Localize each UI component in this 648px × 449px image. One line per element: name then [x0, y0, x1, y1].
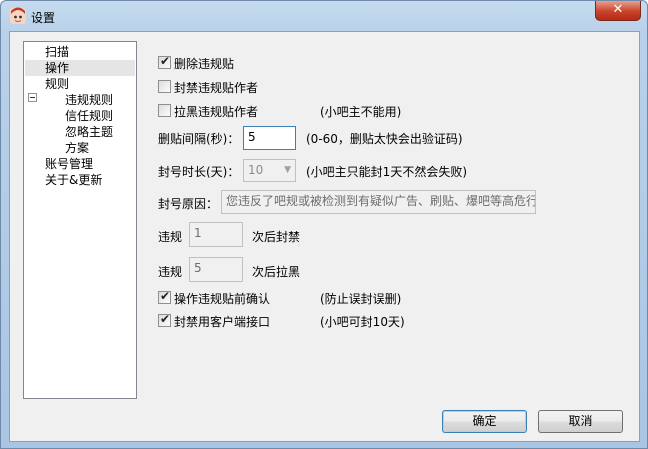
ban-duration-label: 封号时长(天)：: [158, 165, 240, 179]
tree-item-trust-rules[interactable]: 信任规则: [65, 108, 113, 124]
settings-window: 设置 ✕ 扫描 操作 规则 违规规则 信任规则 忽略主题 方案 账号管理 关于&…: [0, 0, 648, 449]
collapse-icon[interactable]: [28, 93, 37, 102]
app-icon: [10, 7, 26, 24]
close-icon: ✕: [612, 2, 624, 17]
client-api-note: (小吧可封10天): [320, 315, 405, 329]
delete-interval-input[interactable]: 5: [243, 126, 296, 150]
confirm-before-checkbox[interactable]: ✔: [158, 289, 171, 304]
check-icon: ✔: [159, 289, 171, 303]
title-bar[interactable]: 设置 ✕: [1, 1, 647, 31]
tree-item-about-update[interactable]: 关于&更新: [45, 172, 102, 188]
tree-item-operation[interactable]: 操作: [25, 60, 135, 76]
cancel-button[interactable]: 取消: [538, 410, 623, 433]
ban-author-checkbox[interactable]: [158, 80, 171, 93]
tree-item-schemes[interactable]: 方案: [65, 140, 89, 156]
blacklist-author-note: (小吧主不能用): [320, 105, 402, 119]
ban-duration-note: (小吧主只能封1天不然会失败): [306, 165, 467, 179]
blacklist-after-input[interactable]: 5: [189, 257, 243, 282]
delete-post-checkbox[interactable]: ✔: [158, 54, 171, 69]
blacklist-author-checkbox[interactable]: [158, 104, 171, 117]
check-icon: ✔: [159, 54, 171, 68]
ban-after-suffix: 次后封禁: [252, 230, 301, 244]
tree-item-ignore-topics[interactable]: 忽略主题: [65, 124, 113, 140]
ok-button[interactable]: 确定: [442, 410, 527, 433]
delete-post-label: 删除违规贴: [174, 57, 235, 71]
dialog-body: 扫描 操作 规则 违规规则 信任规则 忽略主题 方案 账号管理 关于&更新 ✔ …: [9, 31, 640, 442]
blacklist-after-prefix: 违规: [158, 265, 183, 279]
delete-interval-label: 删贴间隔(秒)：: [158, 132, 240, 146]
confirm-before-note: (防止误封误删): [320, 292, 402, 306]
confirm-before-label: 操作违规贴前确认: [174, 292, 271, 306]
ban-after-prefix: 违规: [158, 230, 183, 244]
blacklist-after-suffix: 次后拉黑: [252, 265, 301, 279]
ban-reason-input[interactable]: 您违反了吧规或被检测到有疑似广告、刷贴、爆吧等高危行: [221, 190, 536, 214]
tree-item-rules[interactable]: 规则: [45, 76, 69, 92]
client-api-label: 封禁用客户端接口: [174, 315, 271, 329]
chevron-down-icon: ▼: [284, 165, 291, 175]
window-title: 设置: [31, 11, 56, 25]
ban-author-label: 封禁违规贴作者: [174, 81, 259, 95]
tree-item-violation-rules[interactable]: 违规规则: [65, 92, 113, 108]
blacklist-author-label: 拉黑违规贴作者: [174, 105, 259, 119]
check-icon: ✔: [159, 312, 171, 326]
ban-duration-select[interactable]: 10 ▼: [243, 159, 296, 182]
ban-reason-label: 封号原因：: [158, 197, 219, 211]
client-api-checkbox[interactable]: ✔: [158, 312, 171, 327]
ban-duration-value: 10: [248, 163, 264, 177]
close-button[interactable]: ✕: [595, 1, 641, 21]
tree-item-scan[interactable]: 扫描: [45, 44, 69, 60]
ban-after-input[interactable]: 1: [189, 222, 243, 247]
delete-interval-note: (0-60，删贴太快会出验证码): [306, 132, 463, 146]
settings-tree[interactable]: 扫描 操作 规则 违规规则 信任规则 忽略主题 方案 账号管理 关于&更新: [23, 41, 137, 399]
tree-item-accounts[interactable]: 账号管理: [45, 156, 93, 172]
